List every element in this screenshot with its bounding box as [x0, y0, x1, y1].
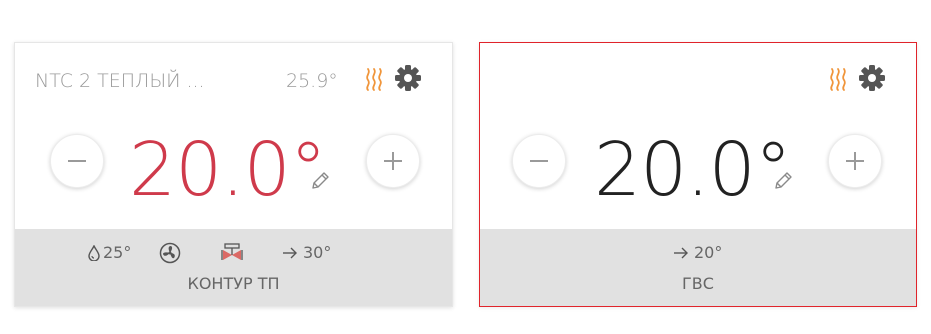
thermostat-card-gvs[interactable]: 20.0° 20° ГВС [479, 42, 917, 307]
circuit-name: КОНТУР ТП [187, 274, 280, 293]
drop-icon [88, 245, 100, 261]
thermostat-card-contour-tp[interactable]: NTC 2 ТЕПЛЫЙ ... 25.9° 20.0° 25° 30° КОН… [14, 42, 453, 307]
current-temperature: 25.9° [286, 70, 338, 92]
minus-icon [530, 160, 548, 162]
minus-icon [68, 160, 86, 162]
gear-icon[interactable] [858, 64, 886, 92]
arrow-right-icon [283, 247, 297, 259]
pencil-icon[interactable] [772, 170, 794, 192]
pencil-icon[interactable] [309, 170, 331, 192]
heating-waves-icon [366, 68, 382, 91]
sensor-title: NTC 2 ТЕПЛЫЙ ... [35, 70, 205, 92]
card-footer: 20° ГВС [480, 229, 916, 306]
increase-button[interactable] [366, 134, 420, 188]
valve-icon [221, 243, 243, 260]
flow-temperature: 30° [303, 243, 332, 262]
setpoint-temperature: 20.0° [594, 127, 792, 213]
decrease-button[interactable] [50, 134, 104, 188]
status-row: 25° 30° [15, 240, 452, 266]
plus-icon [384, 152, 402, 170]
thermostat-panel: NTC 2 ТЕПЛЫЙ ... 25.9° 20.0° 25° 30° КОН… [0, 0, 931, 334]
card-footer: 25° 30° КОНТУР ТП [15, 229, 452, 306]
decrease-button[interactable] [512, 134, 566, 188]
arrow-right-icon [674, 247, 688, 259]
fan-icon [159, 242, 181, 264]
flow-temperature: 20° [694, 243, 723, 262]
increase-button[interactable] [828, 134, 882, 188]
setpoint-temperature: 20.0° [129, 127, 327, 213]
heating-waves-icon [830, 68, 846, 91]
status-row: 20° [480, 240, 916, 266]
drop-temperature: 25° [103, 243, 132, 262]
circuit-name: ГВС [682, 274, 714, 293]
gear-icon[interactable] [394, 64, 422, 92]
plus-icon [846, 152, 864, 170]
